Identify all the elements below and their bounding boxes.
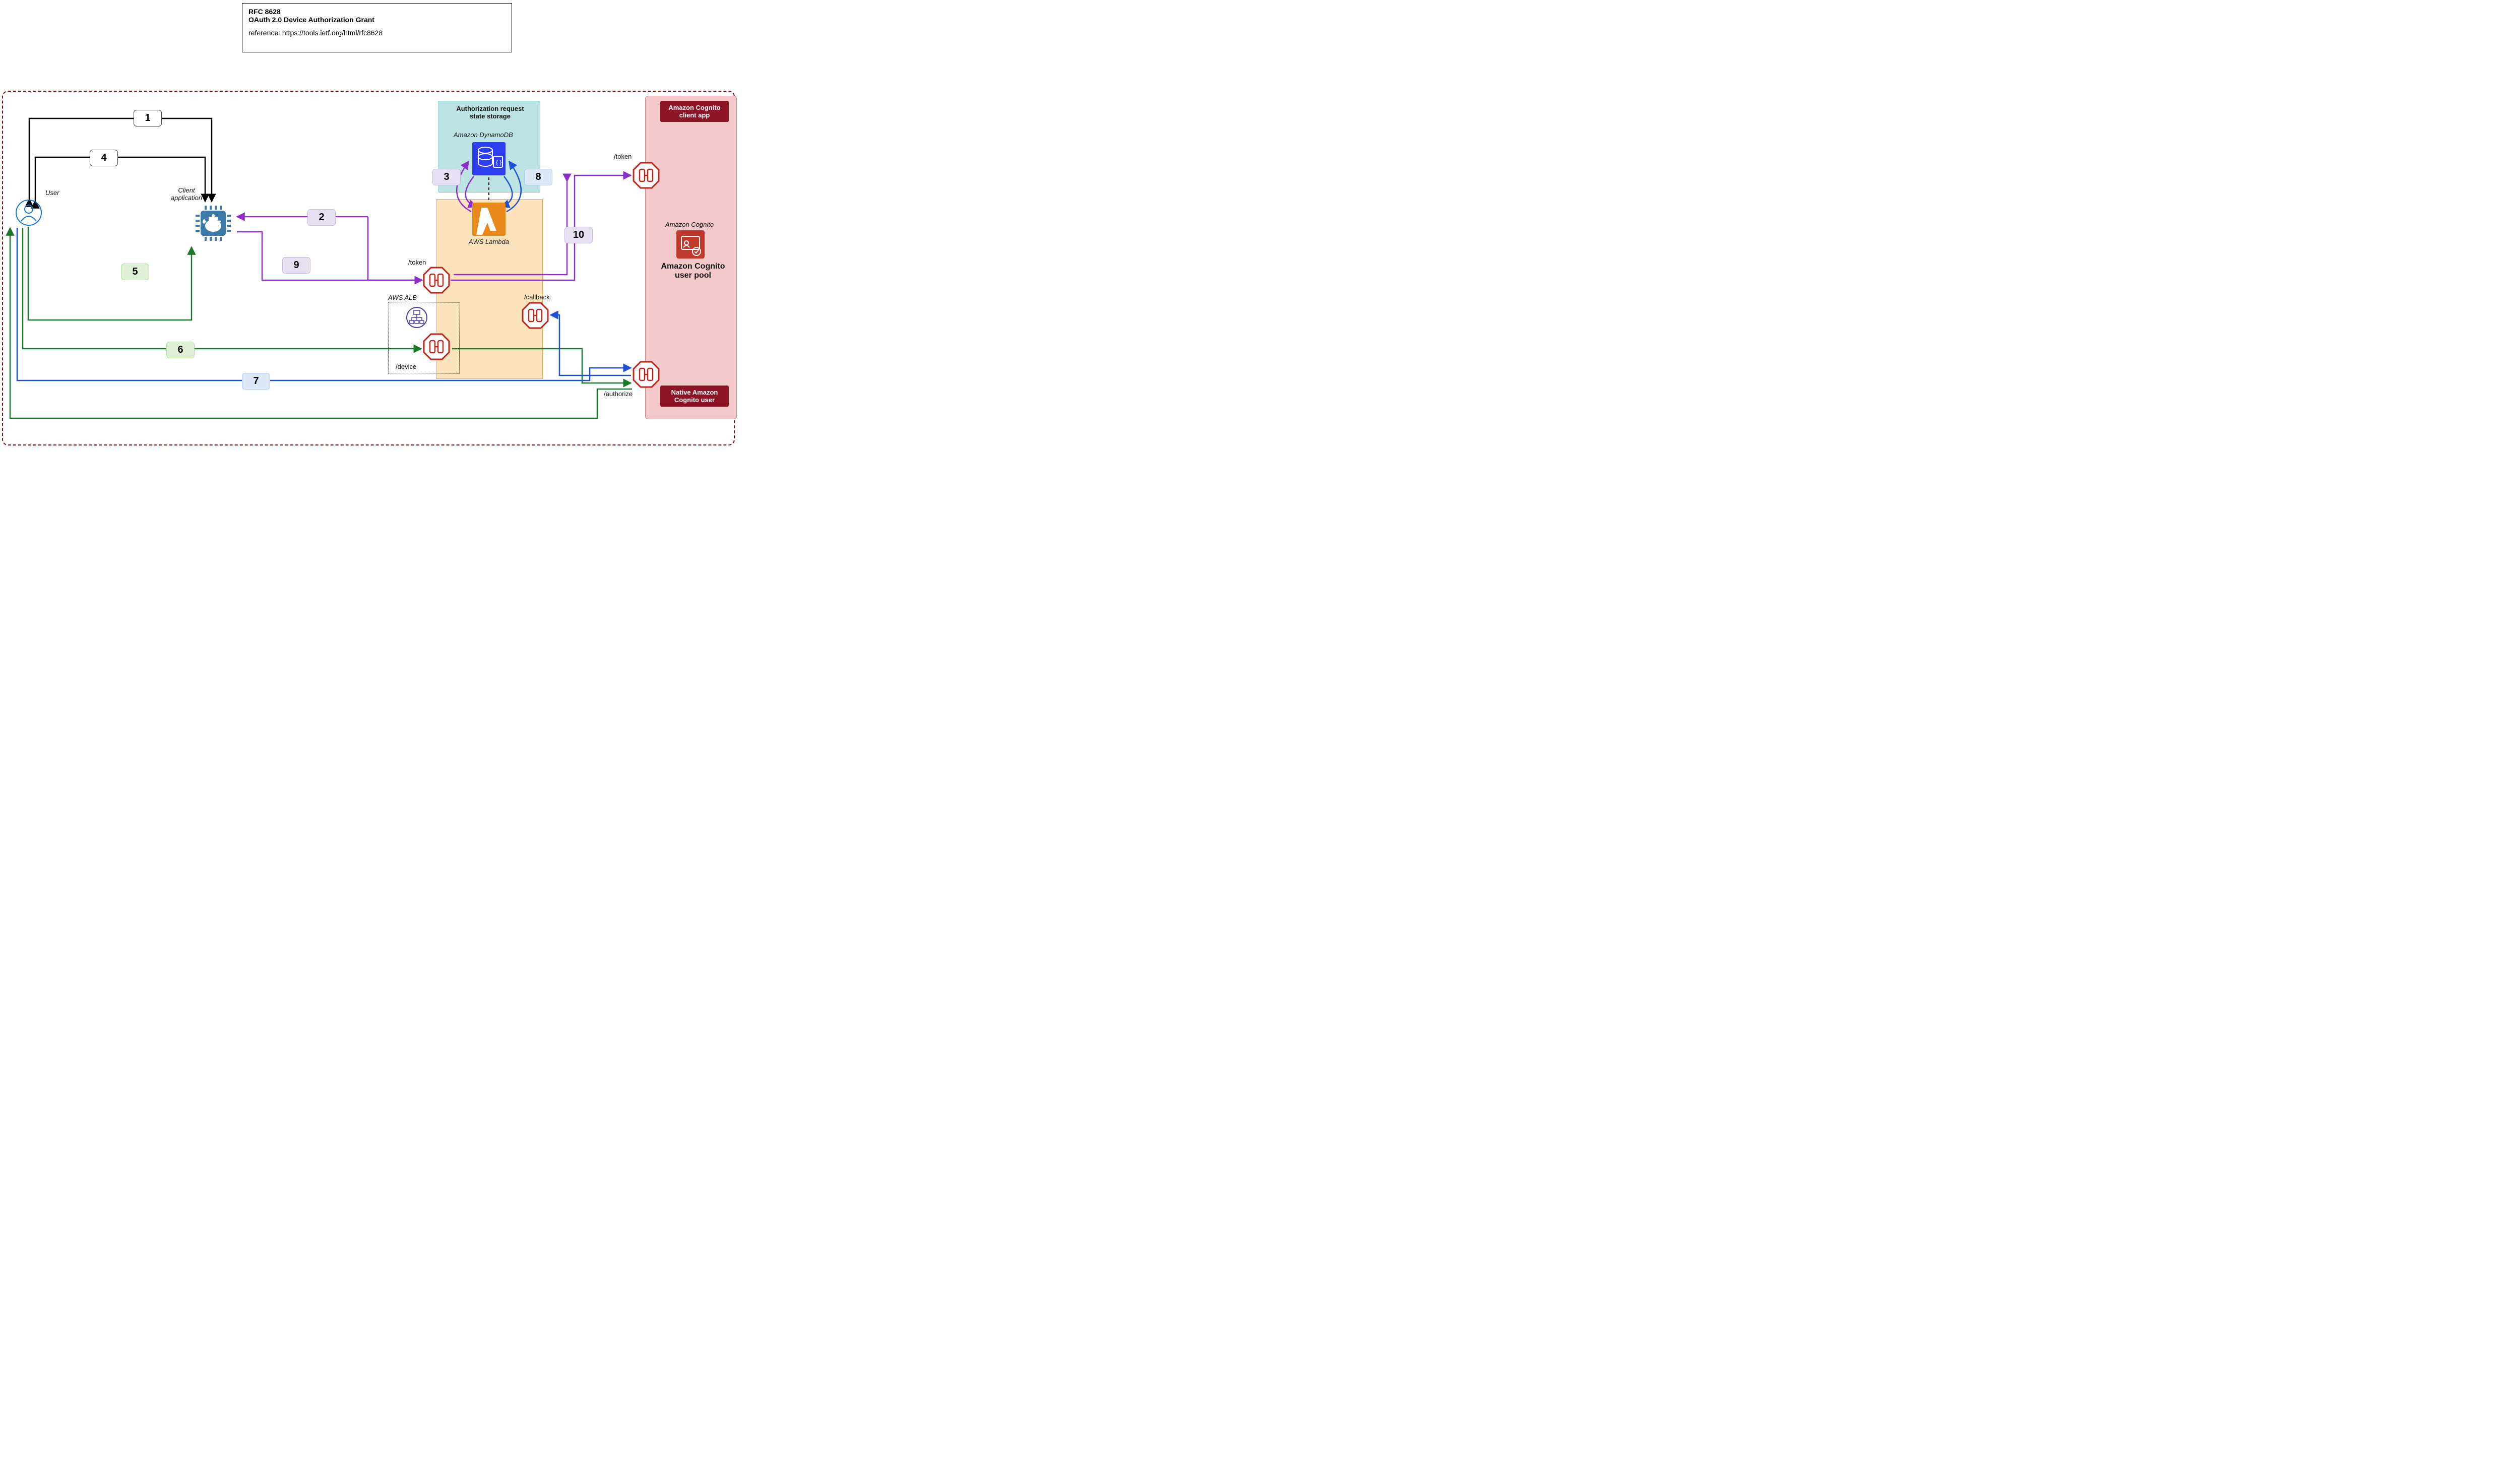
step-3: 3	[432, 169, 461, 185]
step-9: 9	[282, 257, 310, 274]
gateway-cognito-authorize	[632, 360, 660, 389]
lambda-icon	[471, 202, 507, 239]
svg-text:{ }: { }	[496, 159, 501, 166]
cognito-native-user-badge: Native Amazon Cognito user	[660, 386, 729, 407]
title-line1: RFC 8628	[248, 8, 506, 16]
step-1: 1	[134, 110, 162, 126]
alb-label: AWS ALB	[388, 294, 417, 301]
dynamodb-icon: { }	[471, 141, 507, 179]
gateway-callback	[521, 301, 549, 330]
alb-icon	[406, 306, 428, 331]
endpoint-callback-label: /callback	[524, 293, 550, 301]
client-app-label: Client application	[164, 186, 209, 202]
cognito-icon	[675, 229, 706, 262]
endpoint-token2-label: /token	[614, 153, 632, 160]
step-8: 8	[524, 169, 552, 185]
step-2: 2	[307, 209, 336, 226]
cognito-pool-label: Amazon Cognito user pool	[655, 262, 731, 280]
gateway-device	[422, 333, 451, 361]
step-5: 5	[121, 264, 149, 280]
lambda-label: AWS Lambda	[469, 238, 509, 245]
step-10: 10	[564, 227, 593, 243]
user-icon	[15, 199, 42, 226]
dynamodb-box-title: Authorization request state storage	[449, 105, 532, 120]
step-4: 4	[90, 150, 118, 166]
title-ref: reference: https://tools.ietf.org/html/r…	[248, 29, 506, 37]
step-7: 7	[242, 373, 270, 390]
title-line2: OAuth 2.0 Device Authorization Grant	[248, 16, 506, 24]
gateway-cognito-token	[632, 161, 660, 189]
diagram-canvas: RFC 8628 OAuth 2.0 Device Authorization …	[0, 0, 766, 454]
dynamodb-label: Amazon DynamoDB	[454, 131, 513, 139]
cognito-client-app-badge: Amazon Cognito client app	[660, 101, 729, 122]
gateway-token	[422, 266, 451, 294]
user-label: User	[45, 189, 59, 197]
client-app-icon	[192, 202, 235, 247]
cognito-label: Amazon Cognito	[665, 221, 714, 228]
title-box: RFC 8628 OAuth 2.0 Device Authorization …	[242, 3, 512, 52]
endpoint-device-label: /device	[396, 363, 416, 370]
endpoint-token-label: /token	[408, 259, 426, 266]
step-6: 6	[166, 342, 195, 358]
endpoint-authorize-label: /authorize	[604, 390, 633, 398]
